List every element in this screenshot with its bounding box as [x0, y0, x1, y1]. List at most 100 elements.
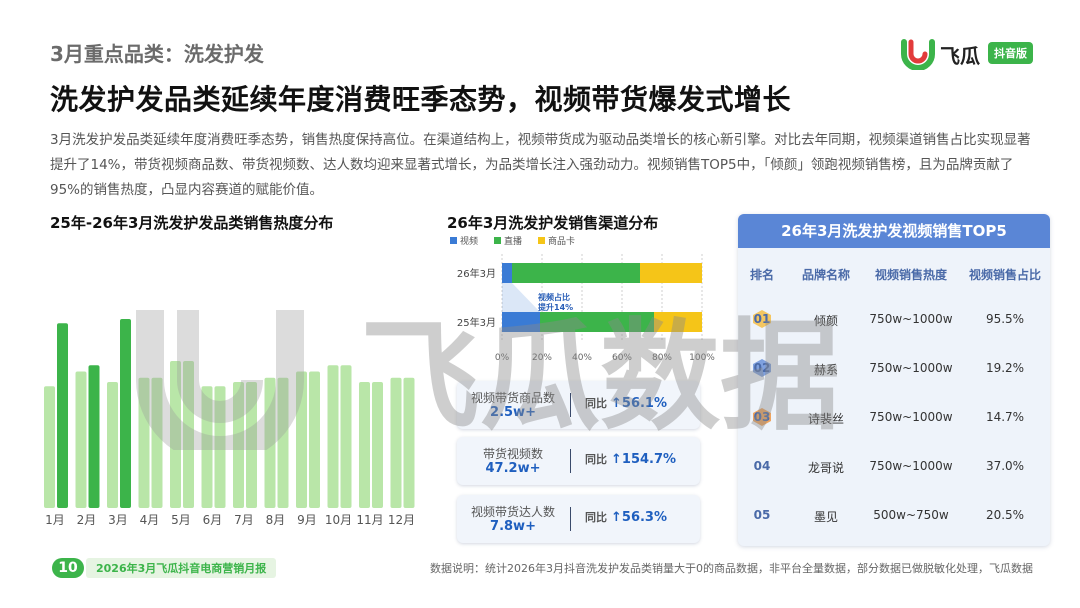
- bar-2025-pair: [372, 382, 383, 508]
- bar-2025-pair: [151, 377, 163, 508]
- bar-2026: [88, 365, 100, 508]
- metric-divider: [570, 393, 571, 417]
- bar-2025-pair: [403, 377, 415, 508]
- rank-cell: 03: [738, 408, 786, 426]
- metric-divider: [570, 449, 571, 473]
- bar-2025: [44, 386, 55, 508]
- bar-2025-pair: [309, 371, 320, 508]
- rank-cell: 04: [738, 459, 786, 473]
- stack-segment: [512, 263, 640, 283]
- bar-2026: [120, 319, 131, 508]
- rank-number: 04: [753, 459, 771, 473]
- metric-change-label: 同比: [585, 397, 607, 410]
- bar-2025: [107, 382, 118, 508]
- metric-label: 视频带货达人数: [470, 505, 555, 519]
- logo-text: 飞瓜: [940, 44, 980, 68]
- metric-change-label: 同比: [585, 453, 607, 466]
- x-tick-label: 11月: [356, 513, 383, 527]
- metric-change: 同比 ↑56.1%: [585, 395, 667, 411]
- logo-badge: 抖音版: [988, 42, 1033, 64]
- share-cell: 37.0%: [985, 459, 1025, 473]
- x-tick-label: 20%: [532, 353, 552, 363]
- bar-2025-pair: [246, 382, 257, 508]
- heat-cell: 750w~1000w: [869, 312, 953, 326]
- bar-2025-pair: [183, 361, 194, 508]
- rank-number: 05: [753, 508, 771, 522]
- metric-change: 同比 ↑154.7%: [585, 451, 676, 467]
- annotation-text: 视频占比: [538, 292, 570, 302]
- legend-label: 商品卡: [548, 235, 575, 247]
- description-text: 3月洗发护发品类延续年度消费旺季态势，销售热度保持高位。在渠道结构上，视频带货成…: [50, 132, 1031, 198]
- metric-change-value: ↑56.3%: [611, 510, 667, 525]
- metric-change-label: 同比: [585, 511, 607, 524]
- rank-number: 01: [753, 312, 771, 326]
- report-name: 2026年3月飞瓜抖音电商营销月报: [96, 562, 267, 575]
- rank-cell: 02: [738, 359, 786, 377]
- brand-cell: 墨见: [813, 510, 838, 524]
- stack-segment: [640, 263, 702, 283]
- stack-segment: [502, 263, 512, 283]
- sales-heat-bar-chart: 1月 2月 3月 4月 5月 6月 7月 8月 9月 10月 11月 12月: [44, 319, 415, 527]
- growth-wedge: [502, 283, 540, 312]
- x-tick-label: 1月: [45, 513, 65, 527]
- metric-value: 47.2w+: [485, 461, 541, 476]
- bar-2025: [138, 377, 150, 508]
- bar-2025: [170, 361, 181, 508]
- channel-distribution-chart: 视频 直播 商品卡 0% 20% 40% 60% 80% 100% 26年3月 25年3月 视频占比提…: [450, 235, 715, 363]
- x-tick-label: 12月: [388, 513, 415, 527]
- bar-2026: [57, 323, 68, 508]
- rank-cell: 01: [738, 310, 786, 328]
- metric-change-value: ↑154.7%: [611, 452, 677, 467]
- y-category-label: 25年3月: [457, 316, 496, 329]
- x-tick-label: 4月: [140, 513, 160, 527]
- x-tick-label: 40%: [572, 353, 592, 363]
- bar-2025: [233, 382, 244, 508]
- rank-number: 02: [753, 361, 771, 375]
- bar-2025: [390, 377, 402, 508]
- bar-2025-pair: [277, 377, 289, 508]
- legend-swatch: [538, 237, 545, 244]
- page-title: 洗发护发品类延续年度消费旺季态势，视频带货爆发式增长: [50, 83, 792, 116]
- x-tick-label: 60%: [612, 353, 632, 363]
- share-cell: 19.2%: [985, 361, 1025, 375]
- bar-2025: [201, 386, 213, 508]
- heat-cell: 750w~1000w: [869, 410, 953, 424]
- col-head-share: 视频销售占比: [968, 268, 1041, 282]
- stack-segment: [502, 312, 540, 332]
- heat-cell: 750w~1000w: [869, 361, 953, 375]
- legend-label: 视频: [460, 235, 478, 247]
- bar-2025: [264, 377, 276, 508]
- metric-card: 视频带货达人数 7.8w+ 同比 ↑56.3%: [457, 495, 700, 543]
- brand-logo: 飞瓜 抖音版: [900, 36, 1040, 70]
- top5-title: 26年3月洗发护发视频销售TOP5: [738, 214, 1050, 248]
- x-tick-label: 100%: [689, 353, 715, 363]
- bar-2025: [296, 371, 307, 508]
- x-tick-label: 3月: [108, 513, 128, 527]
- page-number: 10: [52, 558, 84, 578]
- bar-2025-pair: [214, 386, 226, 508]
- brand-cell: 倾颜: [813, 314, 838, 328]
- x-tick-label: 9月: [297, 513, 317, 527]
- brand-cell: 龙哥说: [807, 461, 844, 475]
- metric-card: 视频带货商品数 2.5w+ 同比 ↑56.1%: [457, 381, 700, 429]
- bar-2025-pair: [340, 365, 352, 508]
- metric-change: 同比 ↑56.3%: [585, 509, 667, 525]
- x-tick-label: 5月: [171, 513, 191, 527]
- x-tick-label: 10月: [325, 513, 352, 527]
- brand-cell: 诗裴丝: [807, 412, 844, 426]
- section-title: 3月重点品类：洗发护发: [50, 42, 264, 66]
- rank-number: 03: [753, 410, 771, 424]
- x-tick-label: 7月: [234, 513, 254, 527]
- bar-2025: [75, 371, 87, 508]
- metric-value: 7.8w+: [490, 519, 536, 534]
- metric-card: 带货视频数 47.2w+ 同比 ↑154.7%: [457, 437, 700, 485]
- col-head-brand: 品牌名称: [801, 268, 850, 282]
- share-cell: 20.5%: [985, 508, 1025, 522]
- col-head-heat: 视频销售热度: [874, 268, 947, 282]
- stack-segment: [654, 312, 702, 332]
- x-tick-label: 0%: [495, 353, 510, 363]
- legend-label: 直播: [504, 235, 522, 247]
- metric-value: 2.5w+: [490, 405, 536, 420]
- legend-swatch: [450, 237, 457, 244]
- metric-label: 带货视频数: [482, 447, 543, 461]
